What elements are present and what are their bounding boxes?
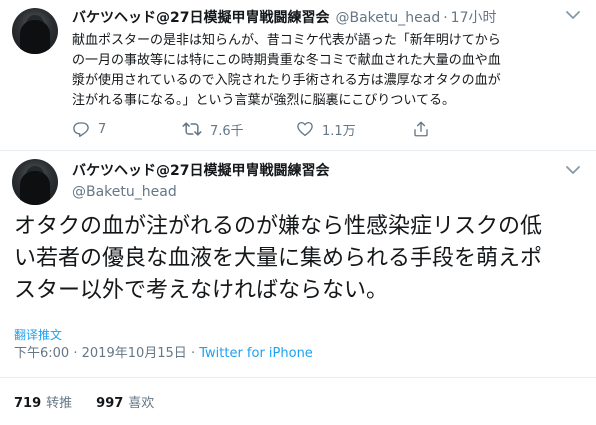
avatar-figure bbox=[20, 20, 50, 54]
tweet-reply-item[interactable]: バケツヘッド@27日模擬甲冑戦闘練習会 @Baketu_head · 17小时 献血ポ… bbox=[0, 0, 596, 150]
tweet-text-line: 注がれる事になる。」という言葉が強烈に脳裏にこびりついてる。 bbox=[72, 93, 455, 108]
tweet-time[interactable]: 17小时 bbox=[451, 10, 497, 26]
tweet-time[interactable]: 下午6:00 bbox=[14, 346, 69, 361]
avatar[interactable] bbox=[12, 159, 58, 205]
tweet-meta: 下午6:00 · 2019年10月15日 · Twitter for iPhon… bbox=[14, 345, 313, 363]
tweet-text: オタクの血が注がれるのが嫌なら性感染症リスクの低 い若者の優良な血液を大量に集め… bbox=[14, 211, 584, 307]
retweet-icon bbox=[182, 122, 202, 136]
retweet-button[interactable]: 7.6千 bbox=[182, 119, 244, 139]
likes-stat[interactable]: 997 喜欢 bbox=[96, 396, 154, 411]
heart-icon bbox=[297, 121, 313, 137]
reply-icon bbox=[73, 122, 89, 137]
share-button[interactable] bbox=[412, 119, 438, 139]
tweet-text: 献血ポスターの是非は知らんが、昔コミケ代表が語った「新年明けてから の一月の事故… bbox=[72, 31, 582, 111]
likes-count: 997 bbox=[96, 396, 124, 411]
tweet-actions: 7 7.6千 1.1万 bbox=[72, 119, 542, 139]
like-button[interactable]: 1.1万 bbox=[296, 119, 356, 139]
stats-divider-top bbox=[0, 377, 596, 378]
separator: · bbox=[73, 346, 78, 361]
display-name[interactable]: バケツヘッド@27日模擬甲冑戦闘練習会 bbox=[72, 162, 329, 180]
retweets-count: 719 bbox=[14, 396, 42, 411]
like-count: 1.1万 bbox=[322, 123, 356, 139]
reply-count: 7 bbox=[98, 121, 107, 137]
tweet-text-line: の一月の事故等には特にこの時期貴重な冬コミで献血された大量の血や血 bbox=[72, 53, 501, 68]
tweet-date[interactable]: 2019年10月15日 bbox=[82, 346, 187, 361]
retweet-count: 7.6千 bbox=[210, 123, 244, 139]
user-handle[interactable]: @Baketu_head bbox=[335, 10, 440, 26]
avatar-figure bbox=[20, 171, 50, 205]
user-handle[interactable]: @Baketu_head bbox=[72, 183, 177, 201]
tweet-text-line: 漿が使用されているので入院されたり手術される方は濃厚なオタクの血が bbox=[72, 73, 501, 88]
tweet-text-line: い若者の優良な血液を大量に集められる手段を萌えポ bbox=[14, 246, 543, 271]
translate-tweet-link[interactable]: 翻译推文 bbox=[14, 327, 62, 343]
tweet-text-line: 献血ポスターの是非は知らんが、昔コミケ代表が語った「新年明けてから bbox=[72, 33, 501, 48]
chevron-down-icon[interactable] bbox=[566, 10, 584, 24]
retweets-stat[interactable]: 719 转推 bbox=[14, 396, 72, 411]
retweets-label: 转推 bbox=[46, 396, 73, 411]
separator: · bbox=[443, 10, 448, 26]
separator: · bbox=[190, 346, 196, 361]
avatar[interactable] bbox=[12, 8, 58, 54]
tweet-text-line: オタクの血が注がれるのが嫌なら性感染症リスクの低 bbox=[14, 214, 543, 239]
share-icon bbox=[414, 121, 428, 137]
tweet-header: バケツヘッド@27日模擬甲冑戦闘練習会 @Baketu_head · 17小时 bbox=[72, 9, 497, 27]
likes-label: 喜欢 bbox=[128, 396, 155, 411]
display-name[interactable]: バケツヘッド@27日模擬甲冑戦闘練習会 bbox=[72, 10, 329, 26]
tweet-source-link[interactable]: Twitter for iPhone bbox=[199, 346, 313, 361]
reply-button[interactable]: 7 bbox=[72, 119, 106, 139]
focused-tweet: バケツヘッド@27日模擬甲冑戦闘練習会 @Baketu_head オタクの血が注… bbox=[0, 151, 596, 425]
tweet-text-line: スター以外で考えなければならない。 bbox=[14, 278, 389, 303]
tweet-stats: 719 转推 997 喜欢 bbox=[14, 395, 154, 413]
chevron-down-icon[interactable] bbox=[566, 165, 584, 179]
